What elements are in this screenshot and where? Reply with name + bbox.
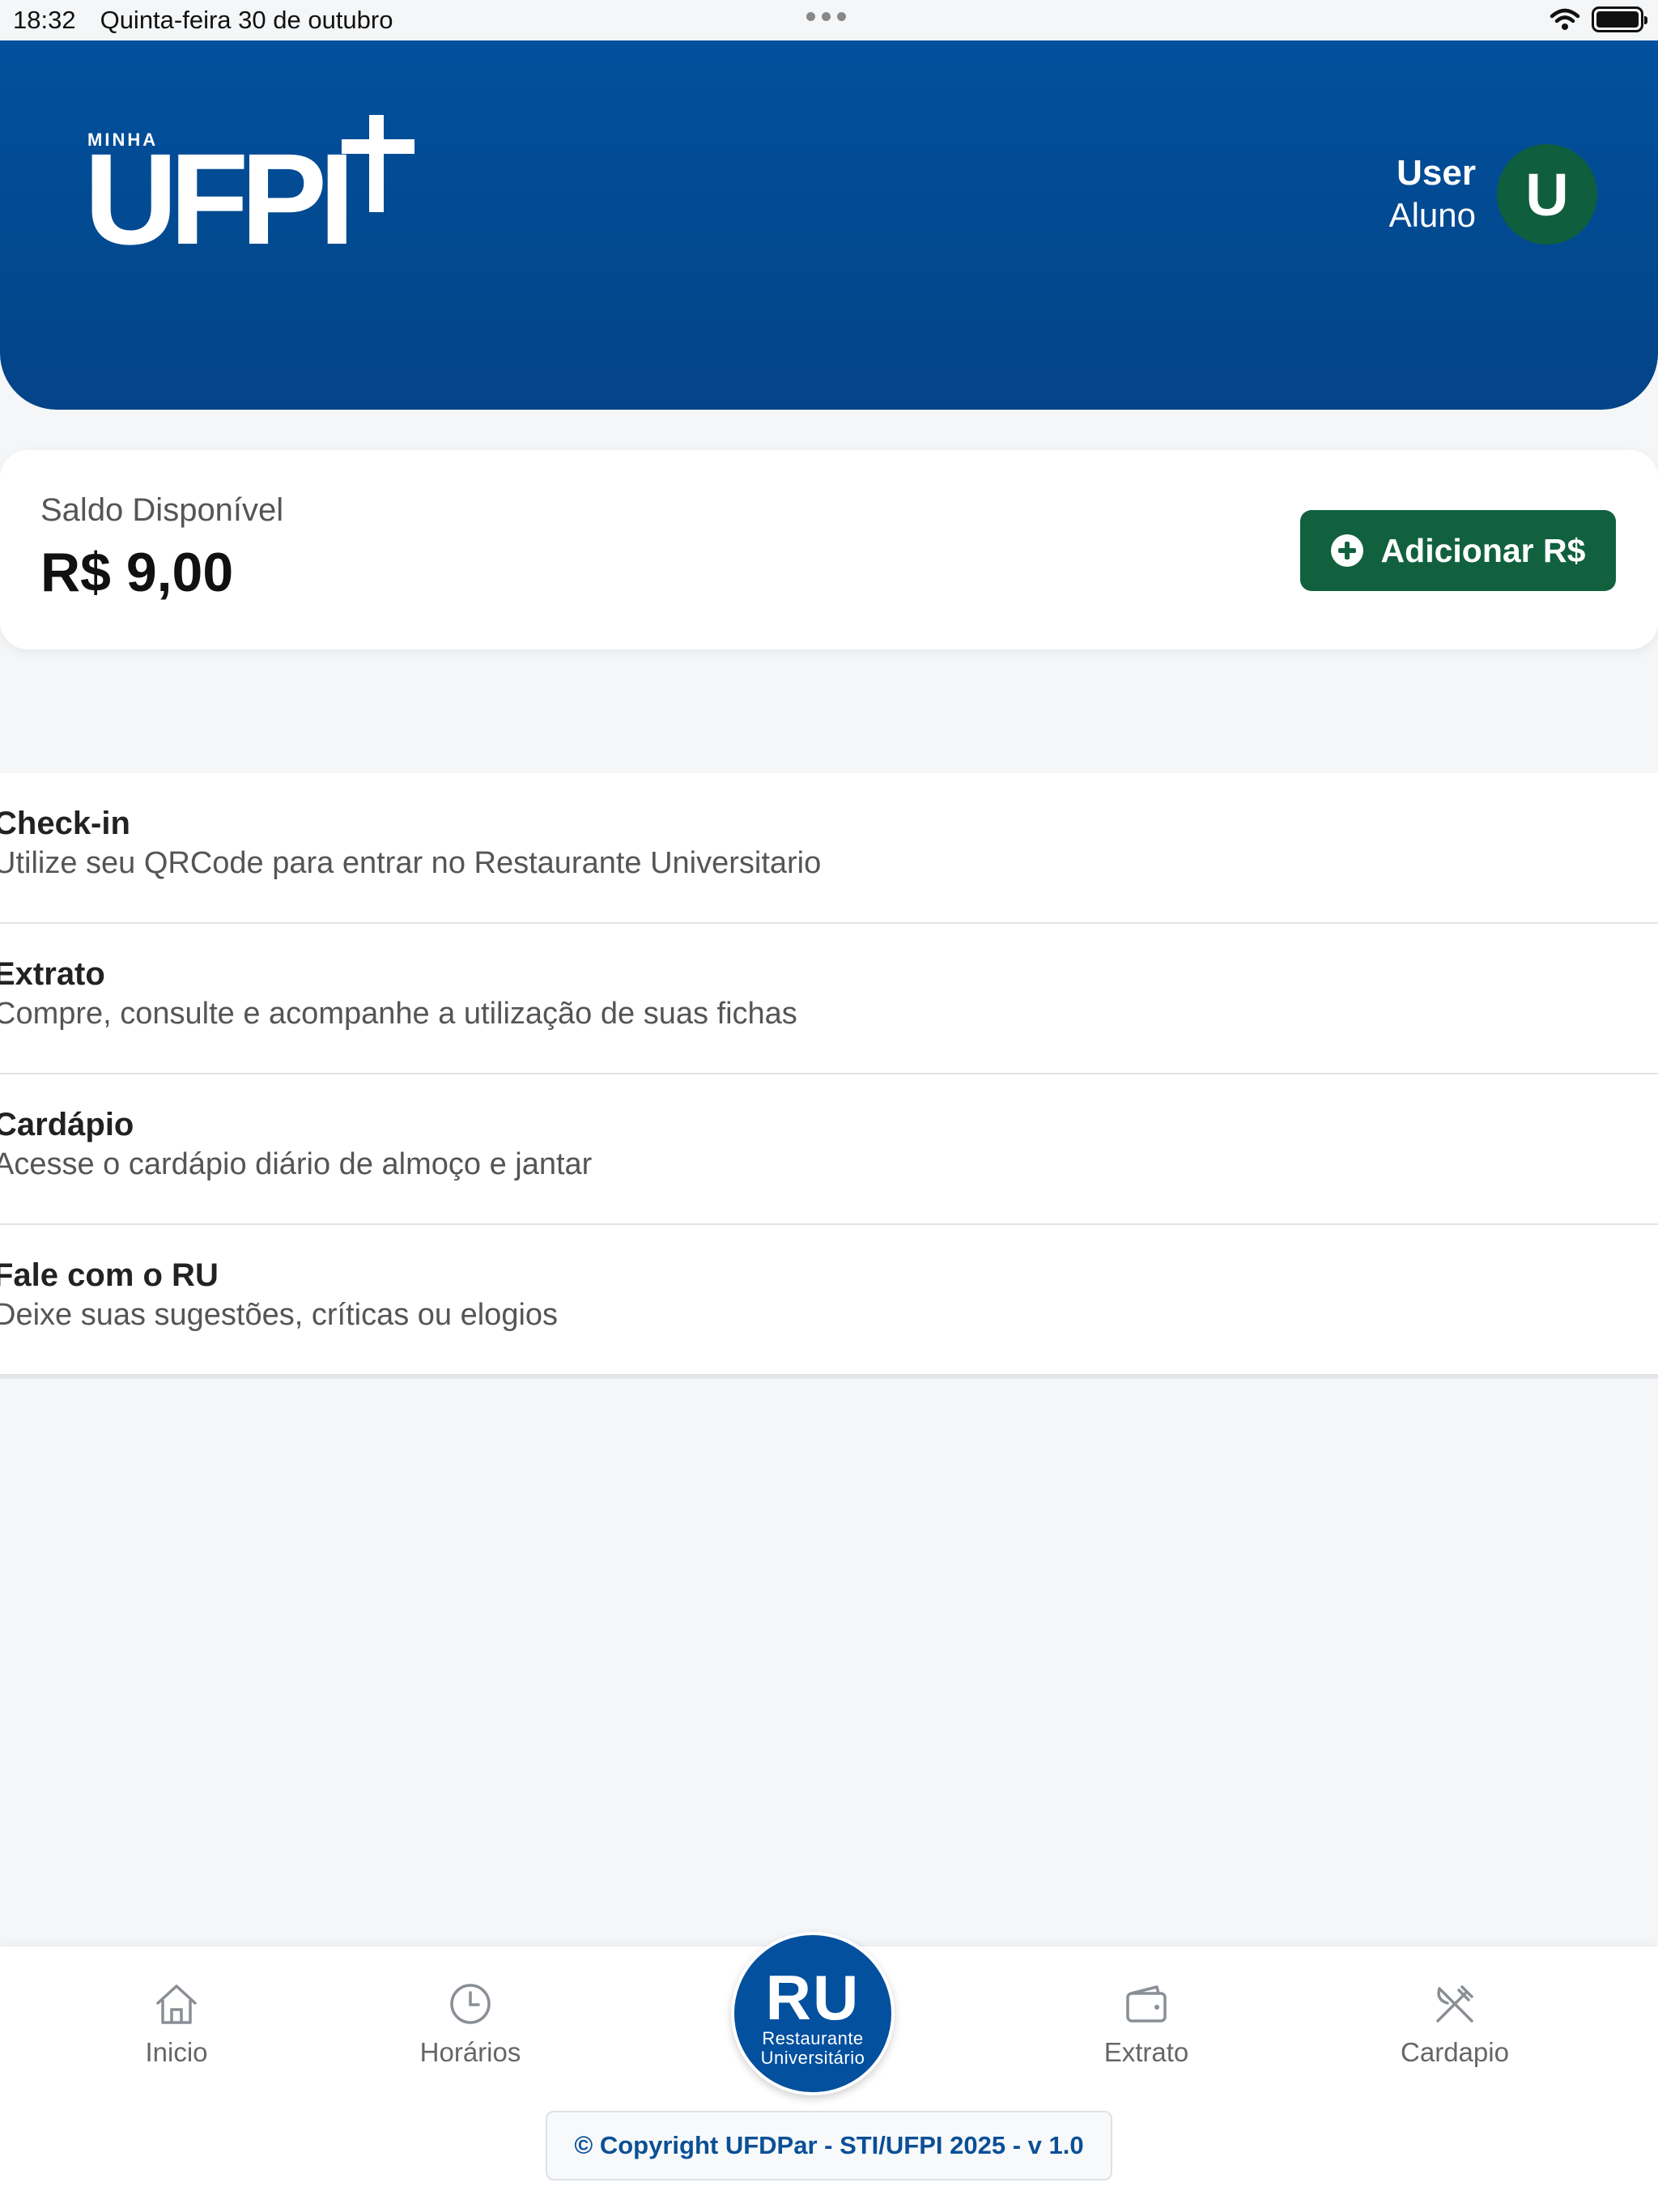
user-info: User Aluno [1389, 152, 1476, 236]
plus-icon [342, 115, 414, 212]
menu-item-description: Acesse o cardápio diário de almoço e jan… [0, 1147, 593, 1181]
menu-item-description: Utilize seu QRCode para entrar no Restau… [0, 846, 822, 880]
add-balance-button[interactable]: Adicionar R$ [1300, 510, 1616, 591]
header: MINHA UFPI User Aluno U [0, 40, 1658, 410]
menu-item-title: Cardápio [0, 1107, 134, 1142]
status-bar: 18:32 Quinta-feira 30 de outubro [0, 0, 1658, 40]
menu-item-checkin[interactable]: Check-in Utilize seu QRCode para entrar … [0, 773, 1658, 924]
app-logo: MINHA UFPI [84, 115, 414, 316]
wallet-icon [1126, 1985, 1167, 2023]
status-indicators [1550, 6, 1647, 32]
balance-card: Saldo Disponível R$ 9,00 Adicionar R$ [0, 450, 1658, 649]
clock-icon [450, 1984, 491, 2024]
copyright-footer: © Copyright UFDPar - STI/UFPI 2025 - v 1… [546, 2111, 1112, 2180]
ru-logo-line1: Restaurante [762, 2028, 864, 2048]
home-icon [156, 1984, 197, 2024]
multitasking-dots-icon[interactable] [806, 12, 846, 21]
status-time: 18:32 [13, 6, 76, 34]
menu-item-title: Check-in [0, 806, 130, 841]
nav-item-extrato[interactable]: Extrato [1041, 1979, 1252, 2068]
nav-item-cardapio[interactable]: Cardapio [1350, 1979, 1560, 2068]
avatar[interactable]: U [1497, 144, 1597, 245]
add-balance-label: Adicionar R$ [1380, 531, 1586, 569]
plus-circle-icon [1330, 534, 1363, 567]
menu-item-cardapio[interactable]: Cardápio Acesse o cardápio diário de alm… [0, 1074, 1658, 1225]
ru-logo-line2: Universitário [760, 2048, 865, 2069]
nav-label: Cardapio [1401, 2037, 1509, 2067]
user-profile[interactable]: User Aluno U [1389, 144, 1597, 245]
cutlery-icon [1436, 1985, 1473, 2023]
menu-item-title: Extrato [0, 956, 105, 992]
user-role: Aluno [1388, 196, 1476, 235]
nav-label: Horários [419, 2037, 521, 2067]
nav-center-ru-button[interactable]: RU Restaurante Universitário [731, 1932, 895, 2095]
menu-list: Check-in Utilize seu QRCode para entrar … [0, 773, 1658, 1379]
nav-label: Inicio [145, 2037, 208, 2067]
menu-item-extrato[interactable]: Extrato Compre, consulte e acompanhe a u… [0, 924, 1658, 1074]
menu-item-description: Compre, consulte e acompanhe a utilizaçã… [0, 997, 797, 1031]
logo-big-text: UFPI [84, 126, 355, 271]
menu-item-fale-com-ru[interactable]: Fale com o RU Deixe suas sugestões, crít… [0, 1225, 1658, 1376]
balance-label: Saldo Disponível [40, 492, 284, 528]
wifi-icon [1550, 8, 1580, 30]
app-screen: 18:32 Quinta-feira 30 de outubro MINHA U… [0, 0, 1658, 2212]
user-name: User [1397, 153, 1476, 194]
status-date: Quinta-feira 30 de outubro [100, 6, 393, 34]
ru-logo-text: RU [765, 1962, 861, 2033]
menu-item-title: Fale com o RU [0, 1257, 219, 1293]
nav-item-inicio[interactable]: Inicio [71, 1979, 282, 2068]
nav-item-horarios[interactable]: Horários [365, 1979, 576, 2068]
menu-item-description: Deixe suas sugestões, críticas ou elogio… [0, 1298, 559, 1332]
balance-value: R$ 9,00 [40, 542, 234, 603]
battery-icon [1592, 6, 1647, 32]
nav-label: Extrato [1103, 2037, 1189, 2067]
